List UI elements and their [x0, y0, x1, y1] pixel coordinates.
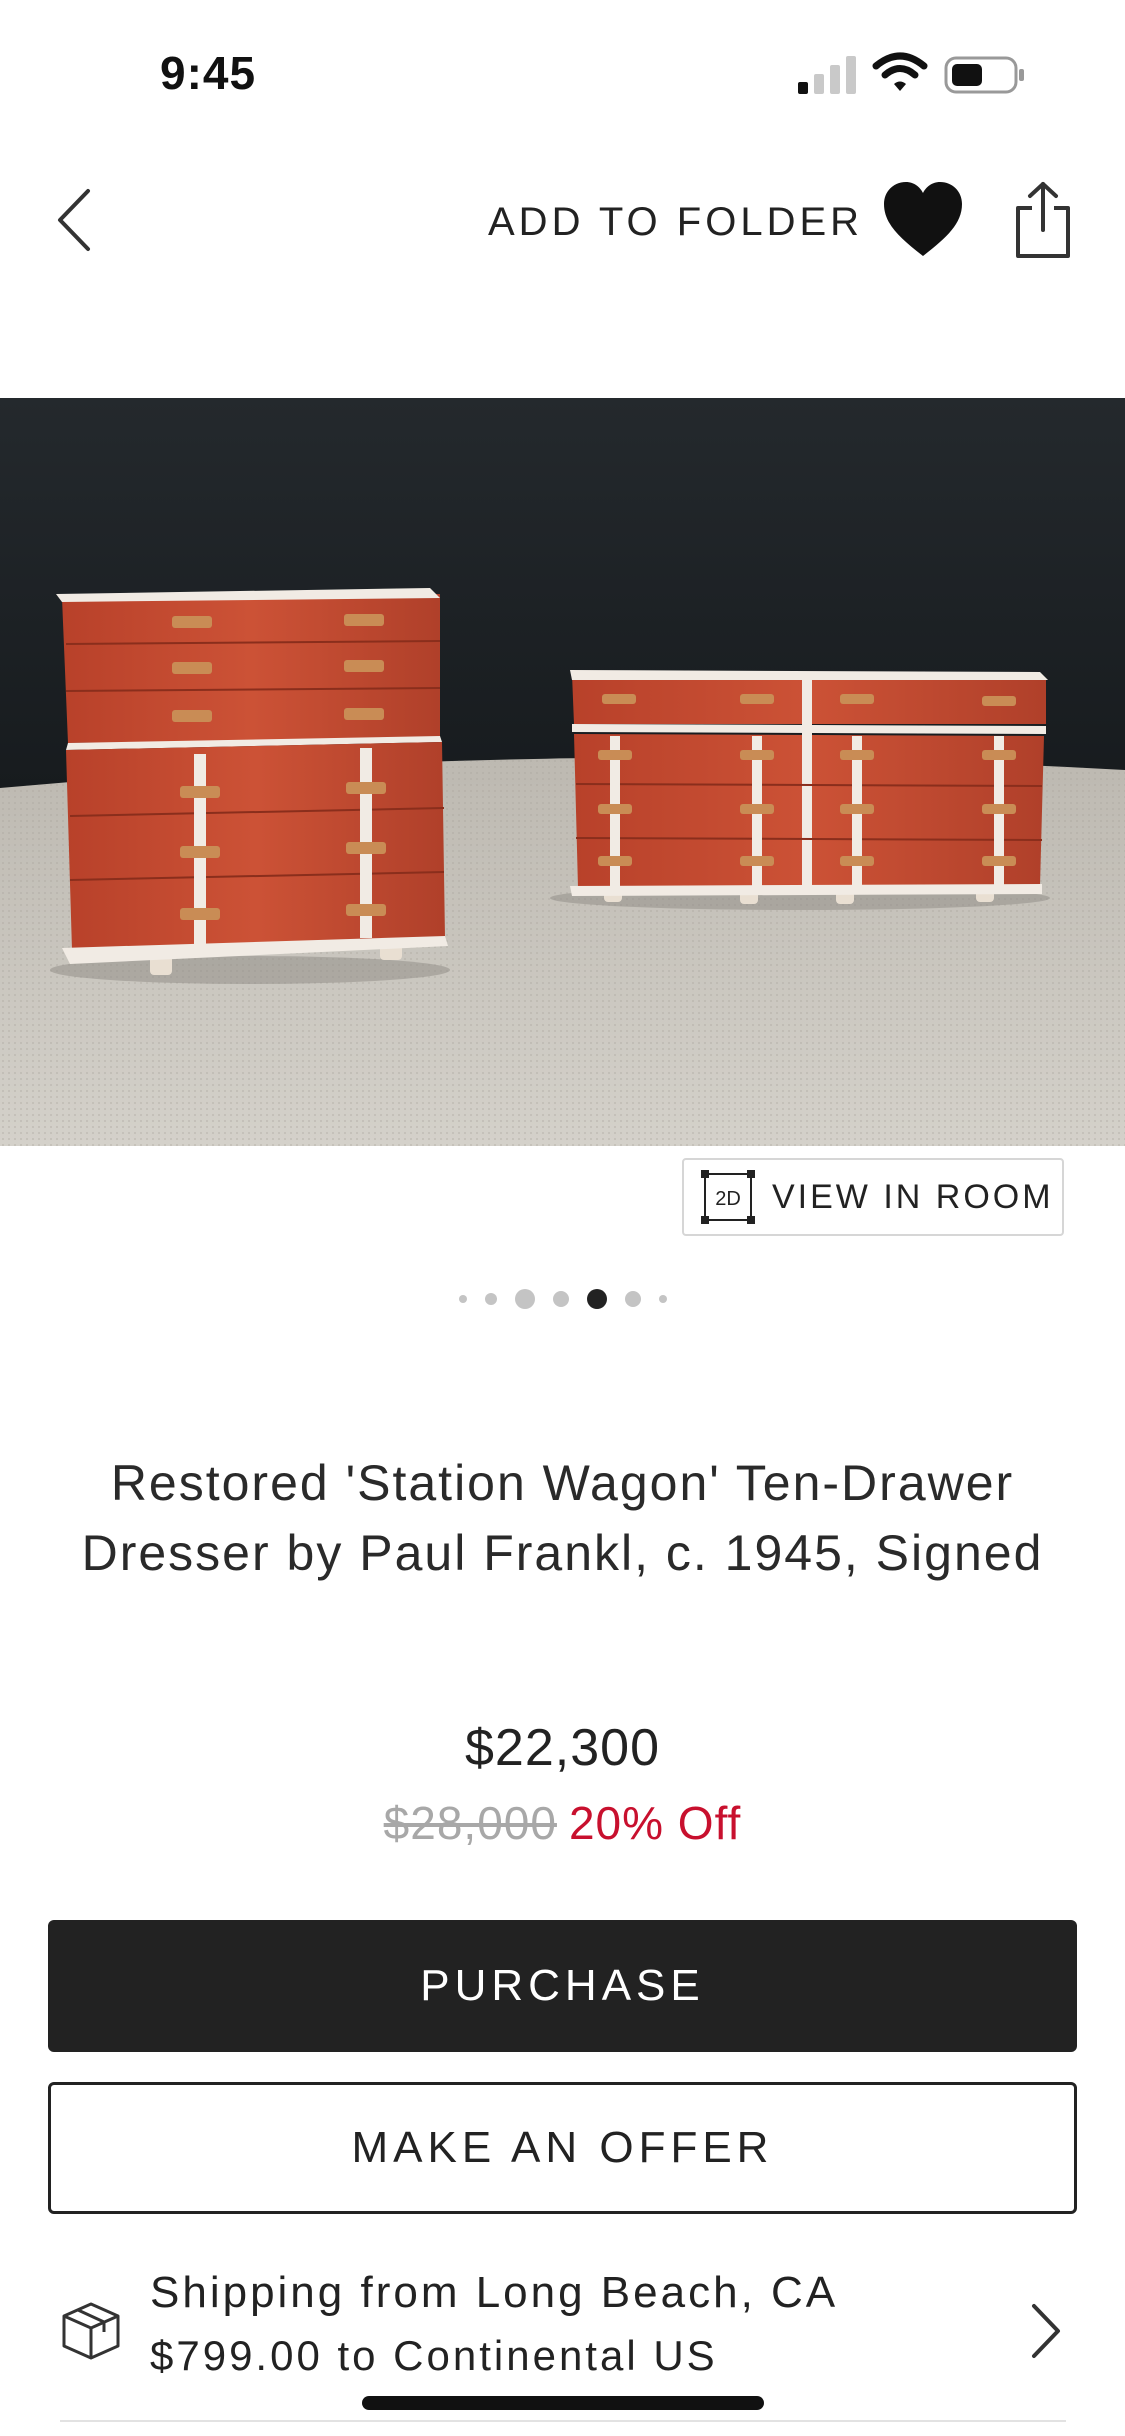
carousel-dot[interactable] [586, 1289, 607, 1309]
status-time: 9:45 [160, 47, 257, 99]
cellular-signal-icon [798, 56, 856, 94]
home-indicator[interactable] [362, 2396, 764, 2410]
wifi-icon [872, 52, 928, 91]
product-title: Restored 'Station Wagon' Ten-Drawer Dres… [81, 1455, 1044, 1581]
carousel-dot[interactable] [624, 1291, 641, 1307]
favorite-heart-icon[interactable] [880, 180, 966, 260]
shipping-cost: $799.00 to Continental US [150, 2332, 718, 2379]
product-image[interactable] [0, 398, 1125, 1146]
view-in-room-label: VIEW IN ROOM [772, 1177, 1054, 1216]
purchase-button[interactable]: PURCHASE [48, 1920, 1077, 2052]
shipping-origin: Shipping from Long Beach, CA [150, 2268, 839, 2317]
original-price: $28,000 [383, 1797, 557, 1849]
share-icon[interactable] [1008, 180, 1078, 260]
package-box-icon [62, 2302, 120, 2360]
chevron-left-icon [58, 189, 90, 251]
discount-row: $28,000 20% Off [0, 1796, 1125, 1850]
top-navigation: ADD TO FOLDER [0, 150, 1125, 290]
battery-icon [944, 56, 1024, 94]
back-button[interactable] [44, 180, 104, 260]
carousel-dot[interactable] [658, 1295, 667, 1303]
carousel-dot[interactable] [552, 1291, 569, 1307]
divider [60, 2420, 1066, 2422]
product-price: $22,300 [465, 1719, 660, 1777]
image-carousel-indicator [0, 1284, 1125, 1314]
status-bar: 9:45 [0, 0, 1125, 150]
carousel-dot[interactable] [484, 1293, 497, 1305]
discount-label: 20% Off [568, 1797, 742, 1849]
view-in-room-button[interactable]: 2D VIEW IN ROOM [682, 1158, 1064, 1236]
chevron-right-icon [1032, 2304, 1060, 2358]
view-2d-icon: 2D [701, 1170, 755, 1224]
product-photo-illustration [0, 398, 1125, 1146]
carousel-dot[interactable] [514, 1289, 535, 1309]
make-offer-button[interactable]: MAKE AN OFFER [48, 2082, 1077, 2214]
add-to-folder-button[interactable]: ADD TO FOLDER [488, 200, 863, 245]
view-2d-badge-text: 2D [715, 1188, 741, 1210]
carousel-dot[interactable] [458, 1295, 467, 1303]
